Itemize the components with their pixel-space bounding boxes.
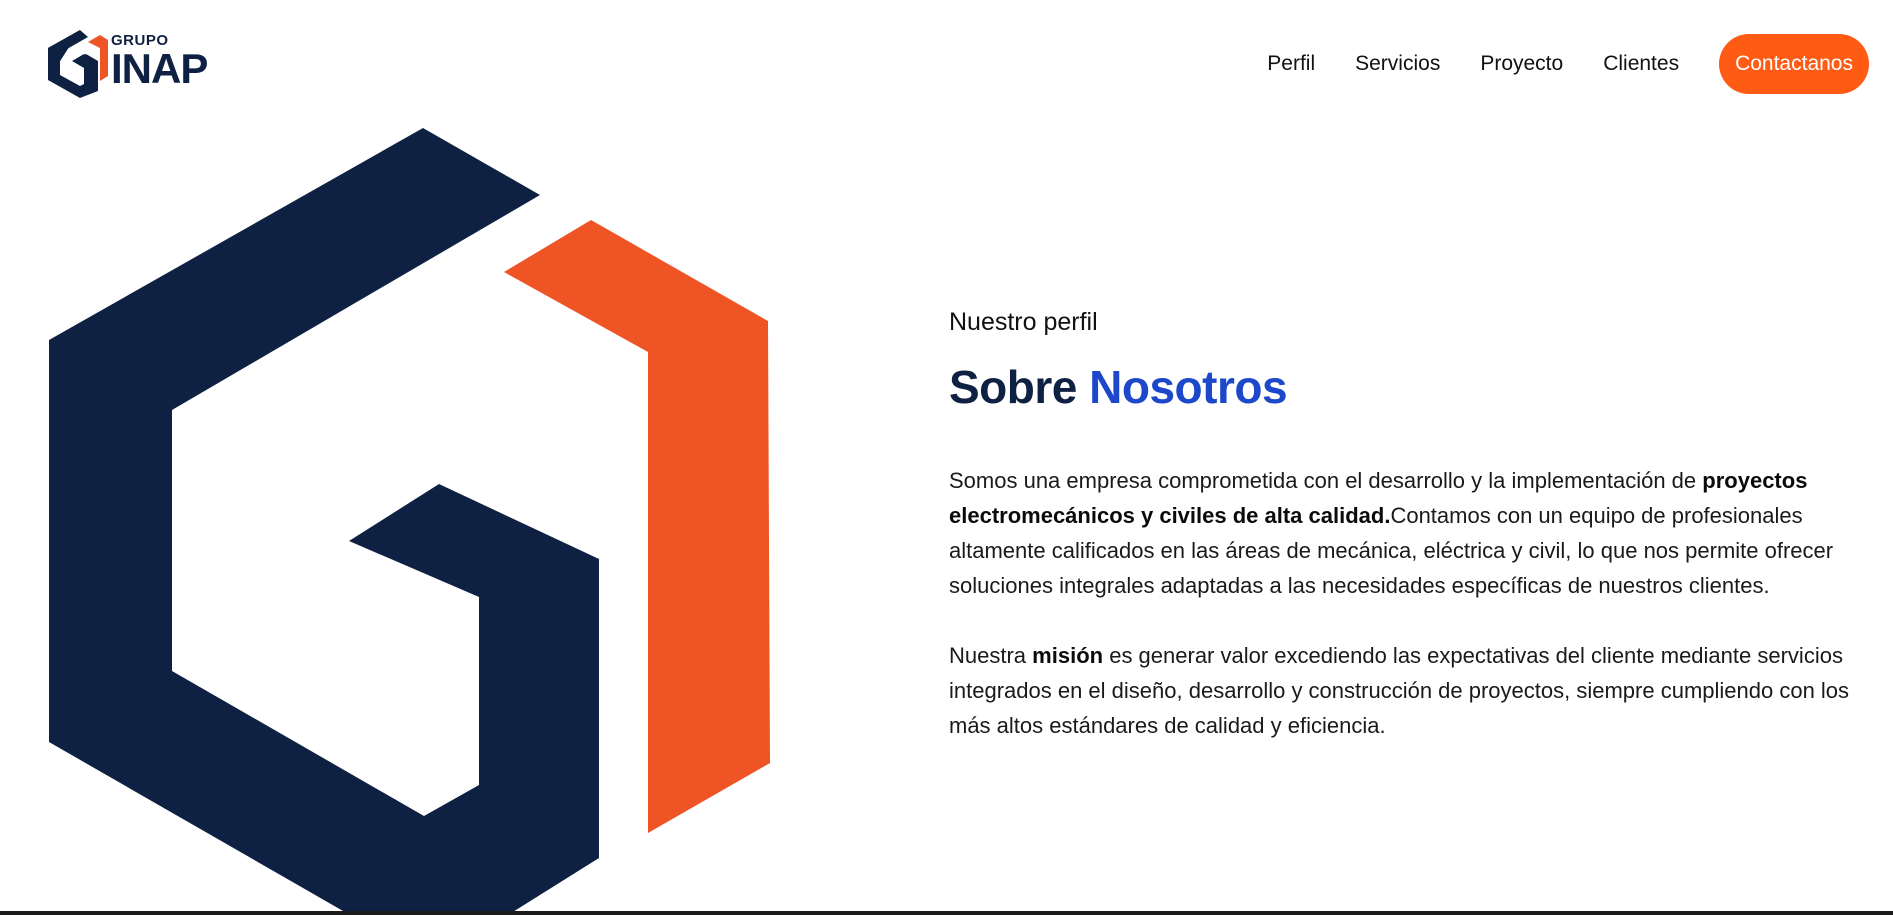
logo-mark-icon — [48, 30, 108, 98]
p2-bold: misión — [1032, 643, 1104, 668]
bottom-divider — [0, 911, 1893, 915]
section-eyebrow: Nuestro perfil — [949, 308, 1098, 336]
site-header: GRUPO INAP Perfil Servicios Proyecto Cli… — [0, 0, 1893, 125]
about-section: Nuestro perfil Sobre Nosotros Somos una … — [949, 305, 1854, 743]
about-paragraph-1: Somos una empresa comprometida con el de… — [949, 463, 1854, 603]
brand-logo[interactable]: GRUPO INAP — [48, 28, 208, 98]
p1-intro: Somos una empresa comprometida con el de… — [949, 468, 1697, 493]
nav-item-perfil[interactable]: Perfil — [1267, 52, 1315, 76]
grupo-inap-g-hexagon-icon — [49, 128, 770, 915]
title-part-1: Sobre — [949, 361, 1077, 413]
nav-item-proyecto[interactable]: Proyecto — [1480, 52, 1563, 76]
section-title: Sobre Nosotros — [949, 359, 1854, 415]
p2-intro: Nuestra — [949, 643, 1027, 668]
about-paragraph-2: Nuestra misión es generar valor excedien… — [949, 638, 1854, 743]
main-nav: Perfil Servicios Proyecto Clientes Conta… — [1267, 34, 1869, 94]
hero-logo-graphic — [0, 125, 800, 915]
title-part-2: Nosotros — [1089, 361, 1288, 413]
nav-item-clientes[interactable]: Clientes — [1603, 52, 1679, 76]
contact-button[interactable]: Contactanos — [1719, 34, 1869, 94]
brand-name: INAP — [111, 45, 208, 92]
nav-item-servicios[interactable]: Servicios — [1355, 52, 1440, 76]
